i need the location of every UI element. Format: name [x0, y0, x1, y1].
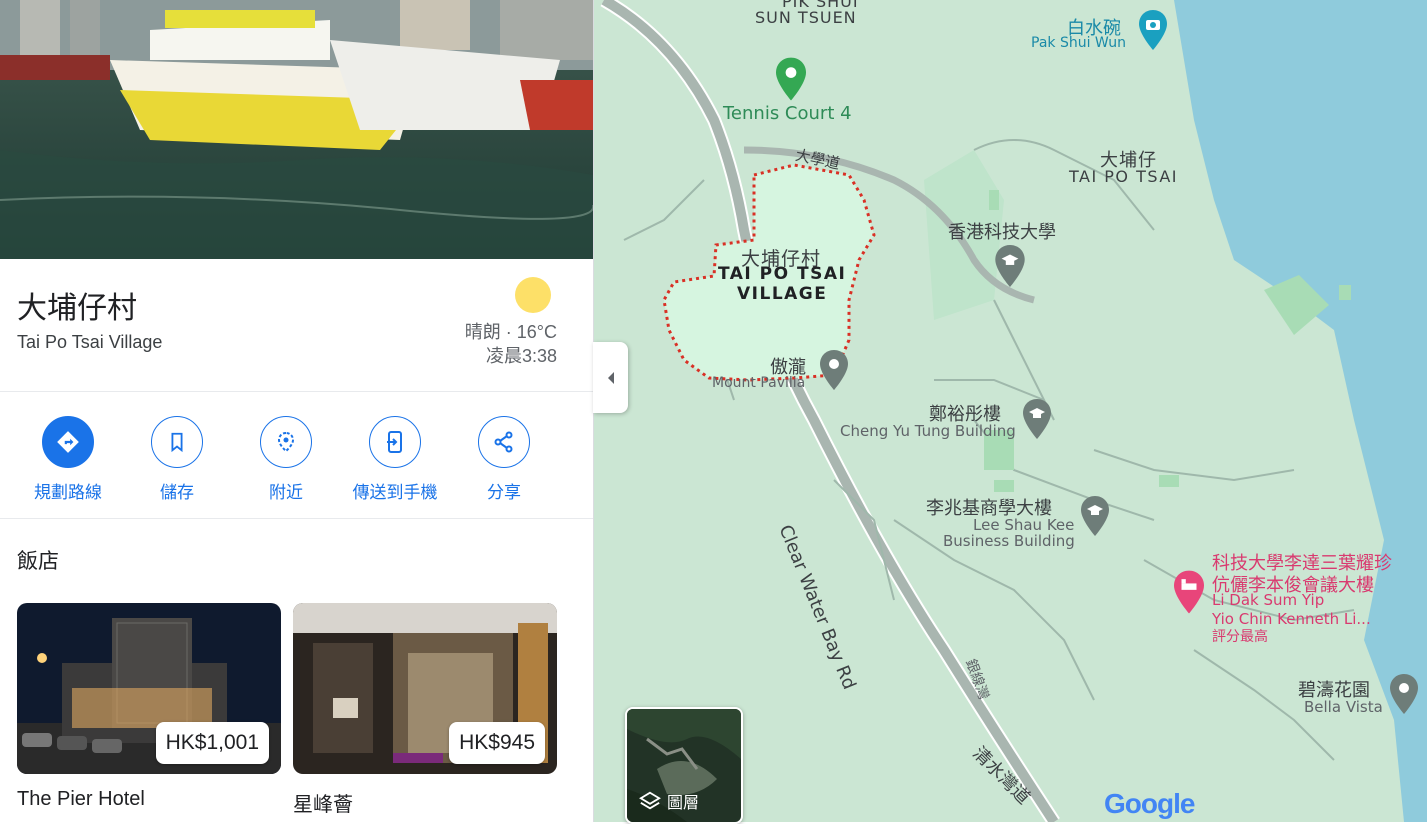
directions-icon [42, 416, 94, 468]
hotel-price: HK$945 [449, 722, 545, 764]
place-hero-photo[interactable] [0, 0, 593, 259]
nearby-icon [260, 416, 312, 468]
map-label: Tennis Court 4 [723, 103, 852, 124]
map-label: TAI PO TSAI [718, 264, 847, 284]
save-label: 儲存 [160, 483, 194, 503]
send-to-phone-icon [369, 416, 421, 468]
google-logo: Google [1104, 788, 1195, 820]
place-title: 大埔仔村 [17, 291, 137, 326]
hotel-card[interactable]: HK$945 星峰薈 [293, 603, 557, 817]
share-icon [478, 416, 530, 468]
layers-button[interactable]: 圖層 [625, 707, 743, 824]
local-time: 凌晨3:38 [485, 346, 557, 366]
map-label: Cheng Yu Tung Building [840, 422, 1016, 440]
google-logo-text: Google [1104, 788, 1195, 819]
save-button[interactable]: 儲存 [122, 416, 232, 503]
nearby-label: 附近 [269, 483, 303, 503]
share-button[interactable]: 分享 [449, 416, 559, 503]
layers-icon [639, 791, 661, 810]
divider [0, 518, 593, 519]
weather-info: 晴朗 · 16°C 凌晨3:38 [465, 320, 557, 368]
hotel-card[interactable]: HK$1,001 The Pier Hotel [17, 603, 281, 811]
map-label: Business Building [943, 532, 1075, 550]
hotels-heading: 飯店 [17, 549, 59, 573]
hotel-price: HK$1,001 [155, 722, 269, 764]
map-label: TAI PO TSAI [1069, 167, 1178, 186]
chevron-left-icon [607, 371, 614, 384]
map-label: SUN TSUEN [755, 8, 857, 27]
sunny-weather-icon [515, 277, 551, 313]
map-label: Bella Vista [1304, 698, 1383, 716]
map-canvas[interactable]: PIK SHUI SUN TSUEN 白水碗 Pak Shui Wun Tenn… [594, 0, 1427, 822]
place-subtitle: Tai Po Tsai Village [17, 332, 163, 352]
divider [0, 391, 593, 392]
layers-control: 圖層 [639, 789, 699, 813]
nearby-button[interactable]: 附近 [231, 416, 341, 503]
weather-condition: 晴朗 · 16°C [464, 322, 557, 342]
map-label: Mount Pavilia [712, 375, 806, 391]
layers-label: 圖層 [667, 793, 700, 812]
hotel-photo[interactable]: HK$1,001 [17, 603, 281, 774]
directions-button[interactable]: 規劃路線 [13, 416, 123, 503]
share-label: 分享 [487, 483, 521, 503]
map-label: Pak Shui Wun [1031, 35, 1127, 51]
map-label: 香港科技大學 [948, 222, 1056, 243]
collapse-panel-button[interactable] [593, 342, 628, 413]
send-to-phone-label: 傳送到手機 [352, 483, 438, 503]
map-label: VILLAGE [737, 284, 828, 304]
hotel-name: 星峰薈 [293, 794, 353, 816]
map-label: 評分最高 [1212, 629, 1268, 645]
send-to-phone-button[interactable]: 傳送到手機 [340, 416, 450, 503]
place-panel: 大埔仔村 Tai Po Tsai Village 晴朗 · 16°C 凌晨3:3… [0, 0, 594, 822]
bookmark-icon [151, 416, 203, 468]
hotel-photo[interactable]: HK$945 [293, 603, 557, 774]
hotel-name: The Pier Hotel [17, 788, 145, 810]
directions-label: 規劃路線 [34, 483, 102, 503]
map-label: Li Dak Sum Yip [1212, 591, 1325, 609]
